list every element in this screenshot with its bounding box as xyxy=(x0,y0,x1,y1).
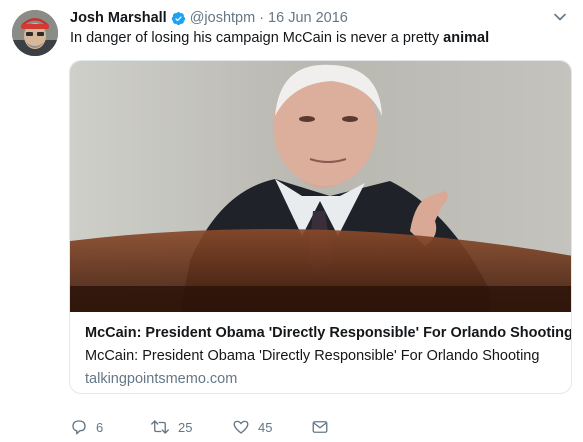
avatar[interactable] xyxy=(12,10,58,56)
reply-icon xyxy=(72,420,86,435)
caret-down-icon[interactable] xyxy=(553,10,567,24)
card-domain[interactable]: talkingpointsmemo.com xyxy=(85,371,237,387)
like-count: 45 xyxy=(258,419,273,435)
header-separator: · xyxy=(259,10,265,26)
verified-badge-icon xyxy=(171,11,185,25)
retweet-icon xyxy=(151,420,169,434)
retweet-count: 25 xyxy=(178,419,193,435)
tweet-text-body: In danger of losing his campaign McCain … xyxy=(70,30,444,46)
like-icon xyxy=(233,420,249,434)
tweet-header: Josh Marshall @joshtpm · 16 Jun 2016 xyxy=(70,8,348,28)
like-button[interactable]: 45 xyxy=(232,416,272,438)
tweet-text-bold: animal xyxy=(443,30,490,46)
user-handle[interactable]: @joshtpm xyxy=(190,10,256,26)
direct-message-button[interactable] xyxy=(311,416,329,438)
tweet-date[interactable]: 16 Jun 2016 xyxy=(268,10,348,26)
reply-count: 6 xyxy=(96,419,104,435)
card-description: McCain: President Obama 'Directly Respon… xyxy=(85,348,540,364)
reply-button[interactable]: 6 xyxy=(70,416,103,438)
direct-message-icon xyxy=(312,421,328,433)
retweet-button[interactable]: 25 xyxy=(150,416,192,438)
card-title[interactable]: McCain: President Obama 'Directly Respon… xyxy=(85,325,571,341)
avatar-image xyxy=(12,10,58,56)
tweet-actions: 6 25 45 xyxy=(70,416,370,438)
link-card[interactable]: McCain: President Obama 'Directly Respon… xyxy=(69,60,572,394)
tweet-text: In danger of losing his campaign McCain … xyxy=(70,30,489,46)
display-name[interactable]: Josh Marshall xyxy=(70,10,167,26)
card-image xyxy=(70,61,571,312)
